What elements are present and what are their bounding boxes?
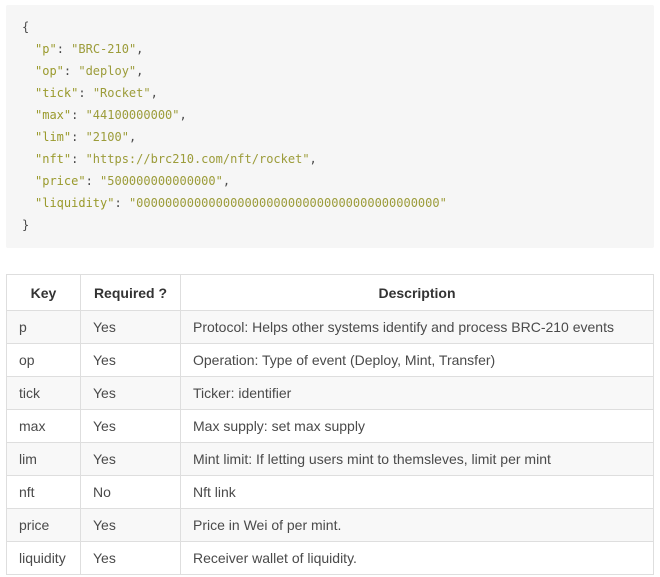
json-colon: : — [78, 86, 92, 100]
cell-key: price — [7, 509, 81, 542]
json-key: "p" — [35, 42, 57, 56]
close-brace: } — [22, 218, 29, 232]
table-row: liquidity Yes Receiver wallet of liquidi… — [7, 542, 654, 575]
cell-key: tick — [7, 377, 81, 410]
json-colon: : — [86, 174, 100, 188]
json-colon: : — [71, 130, 85, 144]
column-header-required: Required ? — [81, 275, 181, 311]
cell-required: Yes — [81, 509, 181, 542]
cell-key: liquidity — [7, 542, 81, 575]
json-value: "000000000000000000000000000000000000000… — [129, 196, 447, 210]
cell-description: Max supply: set max supply — [181, 410, 654, 443]
cell-key: op — [7, 344, 81, 377]
table-row: tick Yes Ticker: identifier — [7, 377, 654, 410]
cell-required: Yes — [81, 542, 181, 575]
cell-description: Mint limit: If letting users mint to the… — [181, 443, 654, 476]
cell-key: nft — [7, 476, 81, 509]
json-key: "price" — [35, 174, 86, 188]
cell-description: Receiver wallet of liquidity. — [181, 542, 654, 575]
cell-key: lim — [7, 443, 81, 476]
table-row: p Yes Protocol: Helps other systems iden… — [7, 311, 654, 344]
table-row: max Yes Max supply: set max supply — [7, 410, 654, 443]
field-reference-table-wrap: Key Required ? Description p Yes Protoco… — [6, 274, 654, 575]
cell-required: Yes — [81, 311, 181, 344]
json-value: "https://brc210.com/nft/rocket" — [86, 152, 310, 166]
json-key: "nft" — [35, 152, 71, 166]
field-reference-table: Key Required ? Description p Yes Protoco… — [6, 274, 654, 575]
json-comma: , — [180, 108, 187, 122]
json-comma: , — [310, 152, 317, 166]
table-row: lim Yes Mint limit: If letting users min… — [7, 443, 654, 476]
column-header-description: Description — [181, 275, 654, 311]
table-row: price Yes Price in Wei of per mint. — [7, 509, 654, 542]
json-value: "Rocket" — [93, 86, 151, 100]
code-line: "p": "BRC-210", — [22, 38, 638, 60]
code-line: "max": "44100000000", — [22, 104, 638, 126]
cell-key: max — [7, 410, 81, 443]
open-brace: { — [22, 20, 29, 34]
table-row: nft No Nft link — [7, 476, 654, 509]
json-comma: , — [136, 42, 143, 56]
json-key: "tick" — [35, 86, 78, 100]
json-colon: : — [71, 152, 85, 166]
json-comma: , — [136, 64, 143, 78]
code-line: "nft": "https://brc210.com/nft/rocket", — [22, 148, 638, 170]
cell-required: Yes — [81, 410, 181, 443]
json-key: "lim" — [35, 130, 71, 144]
json-colon: : — [71, 108, 85, 122]
json-code-block: { "p": "BRC-210", "op": "deploy", "tick"… — [6, 5, 654, 248]
code-line: "tick": "Rocket", — [22, 82, 638, 104]
json-comma: , — [223, 174, 230, 188]
code-line-open-brace: { — [22, 16, 638, 38]
cell-description: Nft link — [181, 476, 654, 509]
cell-description: Protocol: Helps other systems identify a… — [181, 311, 654, 344]
cell-required: Yes — [81, 344, 181, 377]
table-header-row: Key Required ? Description — [7, 275, 654, 311]
code-line: "liquidity": "00000000000000000000000000… — [22, 192, 638, 214]
json-key: "liquidity" — [35, 196, 114, 210]
code-line-close-brace: } — [22, 214, 638, 236]
cell-required: No — [81, 476, 181, 509]
cell-required: Yes — [81, 443, 181, 476]
cell-description: Operation: Type of event (Deploy, Mint, … — [181, 344, 654, 377]
table-body: p Yes Protocol: Helps other systems iden… — [7, 311, 654, 575]
table-row: op Yes Operation: Type of event (Deploy,… — [7, 344, 654, 377]
json-value: "500000000000000" — [100, 174, 223, 188]
code-line: "lim": "2100", — [22, 126, 638, 148]
cell-required: Yes — [81, 377, 181, 410]
json-key: "max" — [35, 108, 71, 122]
cell-description: Price in Wei of per mint. — [181, 509, 654, 542]
json-colon: : — [64, 64, 78, 78]
cell-description: Ticker: identifier — [181, 377, 654, 410]
json-value: "44100000000" — [86, 108, 180, 122]
code-line: "op": "deploy", — [22, 60, 638, 82]
json-value: "BRC-210" — [71, 42, 136, 56]
json-value: "2100" — [86, 130, 129, 144]
json-comma: , — [129, 130, 136, 144]
json-value: "deploy" — [78, 64, 136, 78]
cell-key: p — [7, 311, 81, 344]
column-header-key: Key — [7, 275, 81, 311]
json-colon: : — [114, 196, 128, 210]
json-key: "op" — [35, 64, 64, 78]
json-comma: , — [151, 86, 158, 100]
json-colon: : — [57, 42, 71, 56]
code-line: "price": "500000000000000", — [22, 170, 638, 192]
code-lines: "p": "BRC-210", "op": "deploy", "tick": … — [22, 38, 638, 214]
